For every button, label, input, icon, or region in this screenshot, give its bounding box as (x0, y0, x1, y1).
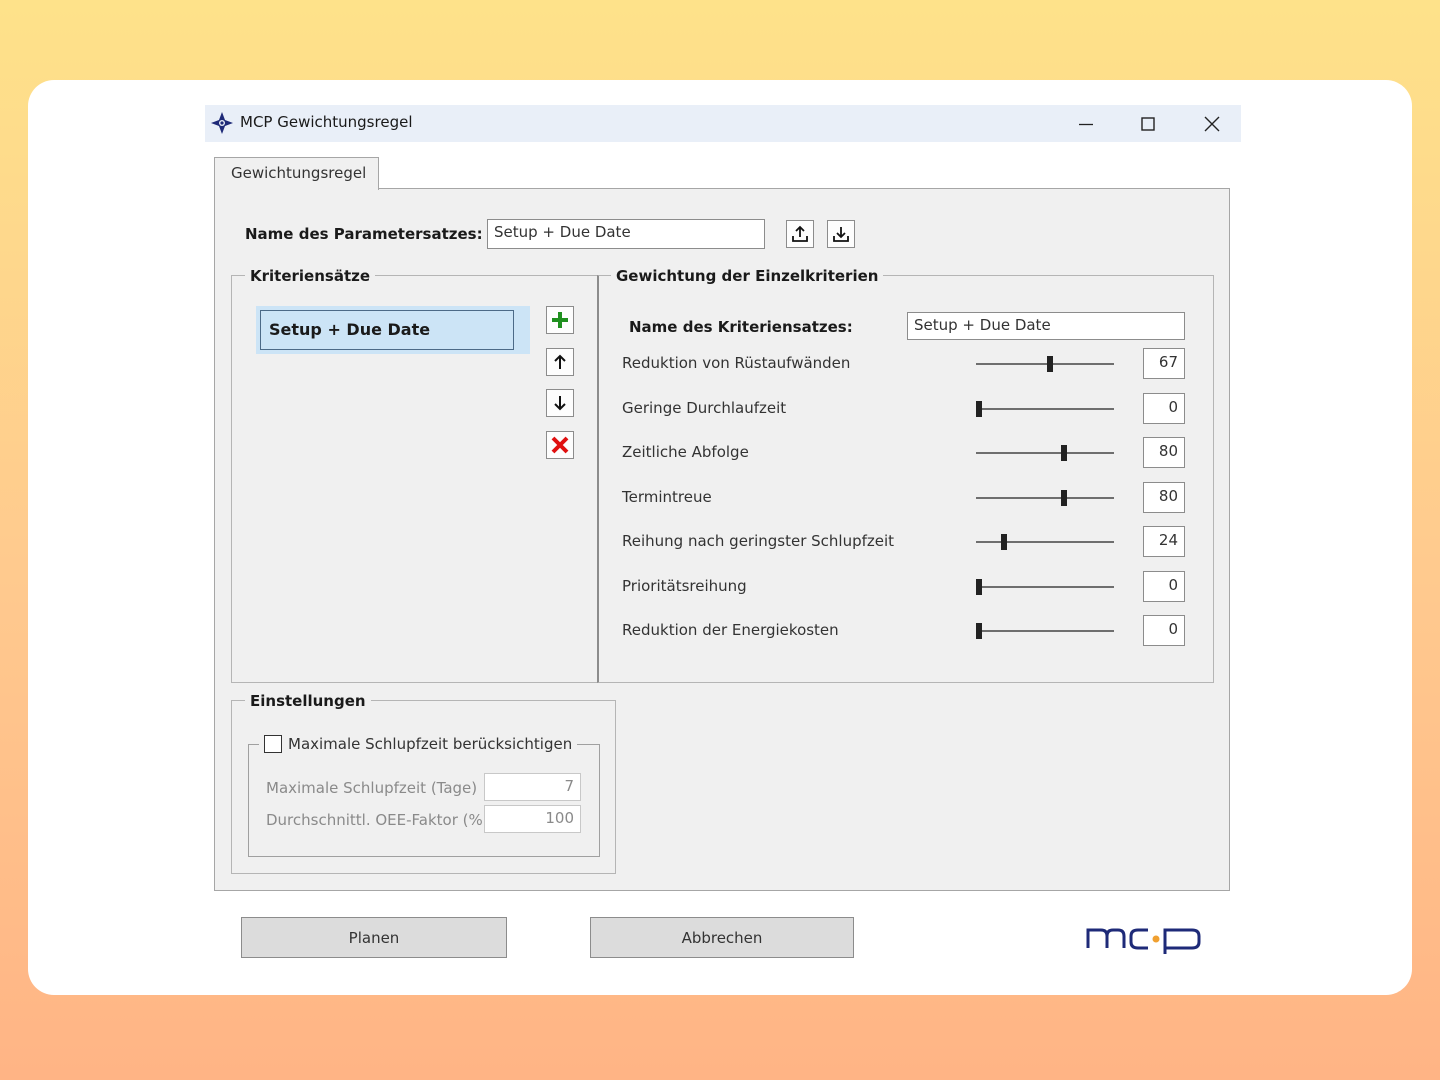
export-button[interactable] (786, 220, 814, 248)
minimize-button[interactable] (1057, 105, 1115, 142)
criteria-set-name-label: Name des Kriteriensatzes: (629, 318, 853, 336)
criterion-label: Reduktion von Rüstaufwänden (622, 354, 851, 372)
tab-panel: Name des Parametersatzes: Setup + Due Da… (214, 188, 1230, 891)
mcp-logo (1086, 928, 1201, 954)
criteria-set-name-input[interactable]: Setup + Due Date (907, 312, 1185, 340)
settings-group: Maximale Schlupfzeit (Tage) 7 Durchschni… (231, 700, 616, 874)
slack-subgroup: Maximale Schlupfzeit (Tage) 7 Durchschni… (248, 744, 600, 857)
oee-factor-label: Durchschnittl. OEE-Faktor (%) (266, 811, 489, 829)
maximize-button[interactable] (1119, 105, 1177, 142)
dialog-window: MCP Gewichtungsregel Gewichtungsregel Na… (205, 105, 1241, 975)
plus-icon (552, 312, 568, 328)
import-button[interactable] (827, 220, 855, 248)
slider-track (976, 363, 1114, 365)
slider-thumb[interactable] (976, 400, 982, 417)
close-button[interactable] (1183, 105, 1241, 142)
slider-track (976, 541, 1114, 543)
criterion-slider[interactable] (976, 621, 1114, 641)
max-slack-checkbox[interactable] (264, 735, 282, 753)
slider-track (976, 630, 1114, 632)
slider-thumb[interactable] (1060, 489, 1067, 506)
slider-track (976, 407, 1114, 410)
criterion-label: Reihung nach geringster Schlupfzeit (622, 532, 895, 550)
app-logo-icon (211, 112, 233, 134)
slider-thumb[interactable] (1001, 534, 1008, 550)
criterion-slider[interactable] (976, 532, 1114, 552)
move-up-button[interactable] (546, 348, 574, 376)
window-title: MCP Gewichtungsregel (240, 113, 413, 131)
delete-x-icon (551, 436, 569, 454)
criterion-label: Geringe Durchlaufzeit (622, 398, 787, 417)
title-bar: MCP Gewichtungsregel (205, 105, 1241, 142)
criterion-value-input[interactable]: 0 (1143, 392, 1185, 424)
weighting-group: Name des Kriteriensatzes: Setup + Due Da… (597, 275, 1214, 683)
criterion-value-input[interactable]: 67 (1143, 348, 1185, 379)
slider-thumb[interactable] (976, 578, 982, 595)
close-icon (1204, 116, 1220, 131)
cancel-button[interactable]: Abbrechen (590, 917, 854, 958)
delete-criteria-set-button[interactable] (546, 431, 574, 459)
max-slack-label: Maximale Schlupfzeit (Tage) (266, 779, 478, 797)
slider-track (976, 496, 1114, 499)
criterion-label: Termintreue (622, 487, 712, 506)
add-criteria-set-button[interactable] (546, 306, 574, 334)
minimize-icon (1079, 123, 1093, 125)
criterion-label: Reduktion der Energiekosten (622, 621, 839, 639)
list-item[interactable]: Setup + Due Date (256, 306, 530, 354)
paramset-name-input[interactable]: Setup + Due Date (487, 219, 765, 249)
maximize-icon (1141, 116, 1155, 131)
slider-track (976, 585, 1114, 588)
criterion-label: Zeitliche Abfolge (622, 443, 749, 461)
criterion-value-input[interactable]: 80 (1143, 481, 1185, 513)
max-slack-checkbox-label: Maximale Schlupfzeit berücksichtigen (288, 735, 573, 753)
dialog-client-area: Gewichtungsregel Name des Parametersatze… (205, 142, 1241, 975)
weighting-title: Gewichtung der Einzelkriterien (611, 267, 884, 285)
criterion-value-input[interactable]: 24 (1143, 526, 1185, 557)
slider-thumb[interactable] (976, 623, 982, 639)
slider-thumb[interactable] (1060, 445, 1067, 461)
criterion-slider[interactable] (976, 443, 1114, 463)
criteria-sets-group: Setup + Due Date (231, 275, 599, 683)
criterion-slider[interactable] (976, 577, 1114, 597)
slider-track (976, 452, 1114, 454)
move-down-button[interactable] (546, 389, 574, 417)
download-icon (833, 227, 849, 242)
slack-checkbox-row: Maximale Schlupfzeit berücksichtigen (259, 735, 578, 753)
criterion-slider[interactable] (976, 354, 1114, 374)
settings-title: Einstellungen (245, 692, 371, 710)
paramset-label: Name des Parametersatzes: (245, 225, 483, 243)
tab-gewichtungsregel[interactable]: Gewichtungsregel (214, 157, 379, 190)
criteria-set-item-label: Setup + Due Date (260, 310, 514, 350)
arrow-down-icon (554, 396, 566, 411)
arrow-up-icon (554, 354, 566, 369)
criterion-slider[interactable] (976, 488, 1114, 508)
upload-icon (792, 225, 808, 242)
max-slack-input[interactable]: 7 (484, 773, 581, 801)
criterion-value-input[interactable]: 0 (1143, 615, 1185, 646)
slider-thumb[interactable] (1047, 356, 1054, 372)
criterion-slider[interactable] (976, 399, 1114, 419)
criterion-value-input[interactable]: 0 (1143, 570, 1185, 602)
oee-factor-input[interactable]: 100 (484, 805, 581, 833)
plan-button[interactable]: Planen (241, 917, 507, 958)
criterion-value-input[interactable]: 80 (1143, 437, 1185, 468)
criterion-label: Prioritätsreihung (622, 576, 747, 595)
criteria-sets-title: Kriteriensätze (245, 267, 376, 285)
